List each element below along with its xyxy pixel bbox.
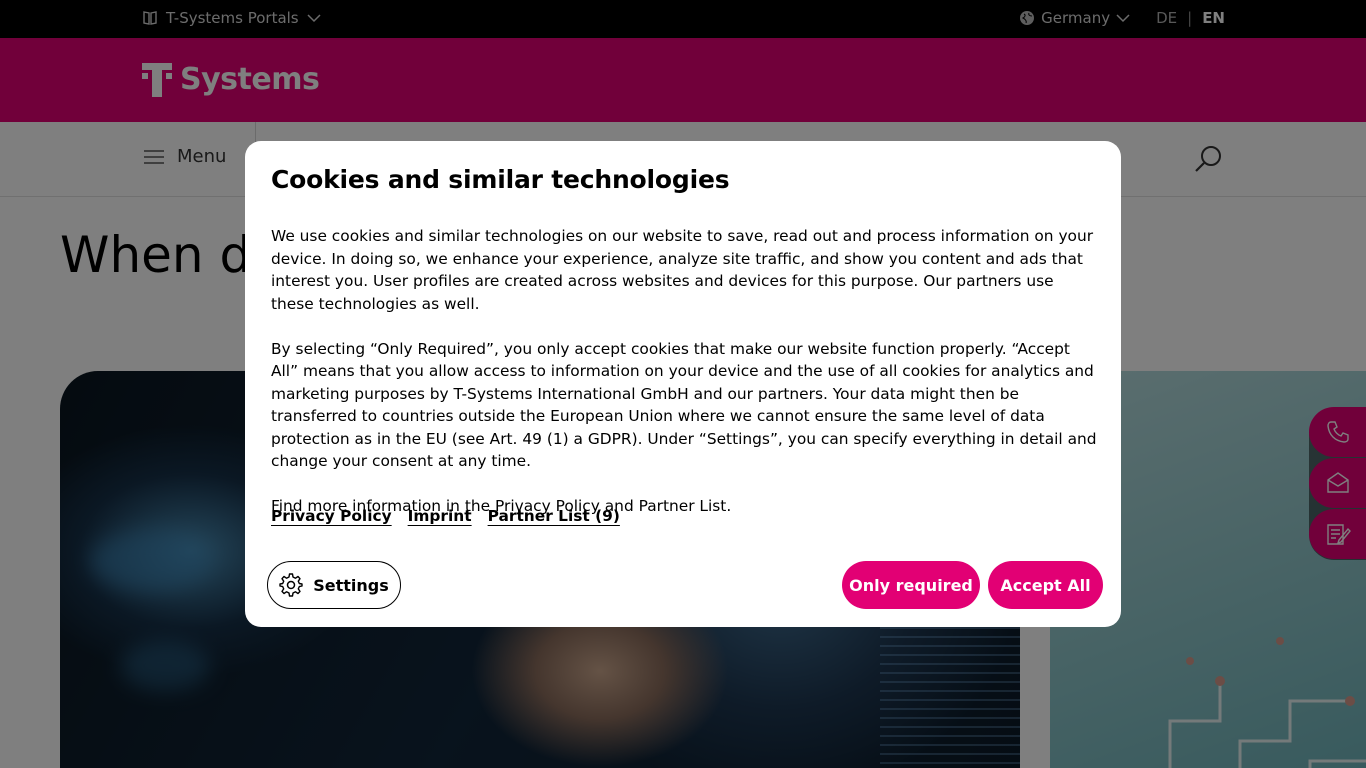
- dialog-body: We use cookies and similar technologies …: [271, 225, 1101, 540]
- only-required-button[interactable]: Only required: [842, 561, 980, 609]
- settings-button[interactable]: Settings: [267, 561, 401, 609]
- dialog-paragraph-1: We use cookies and similar technologies …: [271, 227, 1094, 313]
- accept-all-button[interactable]: Accept All: [988, 561, 1103, 609]
- settings-label: Settings: [313, 575, 389, 595]
- privacy-policy-link[interactable]: Privacy Policy: [271, 507, 392, 525]
- dialog-title: Cookies and similar technologies: [271, 165, 730, 194]
- dialog-paragraph-2: By selecting “Only Required”, you only a…: [271, 339, 1097, 471]
- imprint-link[interactable]: Imprint: [408, 507, 472, 525]
- partner-list-link[interactable]: Partner List (9): [488, 507, 620, 525]
- cookie-consent-dialog: Cookies and similar technologies We use …: [245, 141, 1121, 627]
- gear-icon: [279, 573, 303, 597]
- dialog-links: Privacy Policy Imprint Partner List (9): [271, 507, 620, 525]
- side-tabs-dim: [1309, 407, 1366, 560]
